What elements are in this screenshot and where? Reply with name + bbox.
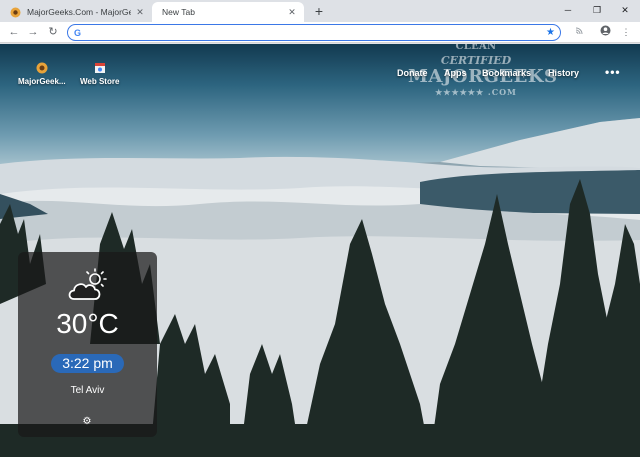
- address-bar[interactable]: G ★: [67, 24, 561, 41]
- new-tab-plus-icon[interactable]: +: [311, 3, 327, 19]
- shortcut-web-store[interactable]: Web Store: [80, 62, 119, 86]
- watermark-line1: TESTED • 100% CLEAN: [455, 44, 497, 52]
- window-close-icon[interactable]: ✕: [615, 2, 635, 18]
- tab-majorgeeks[interactable]: MajorGeeks.Com - MajorGeeks ✕: [0, 2, 152, 22]
- gear-icon[interactable]: ⚙: [81, 416, 93, 428]
- shortcut-label: Web Store: [80, 77, 120, 86]
- partly-cloudy-icon: [66, 268, 110, 302]
- back-arrow-icon[interactable]: ←: [6, 24, 22, 40]
- forward-arrow-icon[interactable]: →: [25, 24, 41, 40]
- chrome-menu-icon[interactable]: ⋮: [619, 25, 633, 39]
- apps-link[interactable]: Apps: [444, 68, 467, 78]
- address-input[interactable]: [86, 26, 526, 39]
- cast-icon[interactable]: [573, 25, 587, 39]
- close-tab-icon[interactable]: ✕: [286, 6, 298, 18]
- new-tab-page: TESTED • 100% CLEAN CERTIFIED MAJORGEEKS…: [0, 44, 640, 457]
- history-link[interactable]: History: [548, 68, 579, 78]
- web-store-icon: [94, 62, 106, 74]
- tab-title: MajorGeeks.Com - MajorGeeks: [27, 7, 131, 17]
- google-g-icon: G: [74, 28, 82, 38]
- minimize-icon[interactable]: ─: [558, 2, 578, 18]
- temperature: 30°C: [56, 308, 119, 339]
- donate-link[interactable]: Donate: [397, 68, 428, 78]
- more-options-icon[interactable]: •••: [605, 65, 621, 79]
- bookmarks-link[interactable]: Bookmarks: [482, 68, 531, 78]
- tab-strip: MajorGeeks.Com - MajorGeeks ✕ New Tab ✕ …: [0, 0, 640, 22]
- shortcut-majorgeeks[interactable]: MajorGeek...: [18, 62, 66, 86]
- time-badge: 3:22 pm: [51, 354, 124, 373]
- majorgeeks-icon: [36, 62, 48, 74]
- close-tab-icon[interactable]: ✕: [134, 6, 146, 18]
- majorgeeks-favicon-icon: [10, 7, 21, 18]
- tab-title: New Tab: [162, 7, 195, 17]
- tab-new-tab[interactable]: New Tab ✕: [152, 2, 304, 22]
- restore-icon[interactable]: ❐: [587, 2, 607, 18]
- city-name: Tel Aviv: [70, 385, 105, 396]
- reload-icon[interactable]: ↻: [45, 24, 61, 40]
- bookmark-star-icon[interactable]: ★: [546, 26, 555, 39]
- weather-widget: 30°C 3:22 pm Tel Aviv ⚙: [18, 252, 157, 437]
- watermark-line4: ★★★★★★ .COM: [435, 87, 517, 97]
- browser-toolbar: ← → ↻ G ★ ⋮: [0, 22, 640, 43]
- profile-avatar-icon[interactable]: [598, 25, 612, 39]
- shortcut-label: MajorGeek...: [18, 77, 66, 86]
